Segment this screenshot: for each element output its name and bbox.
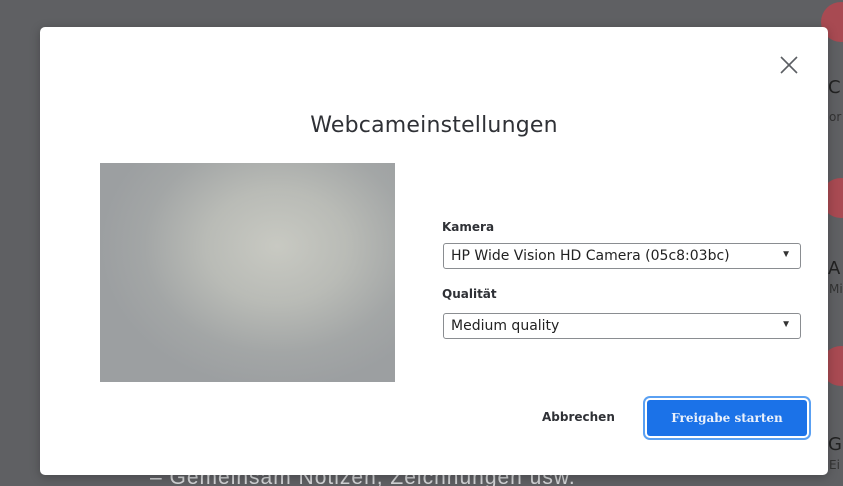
camera-select[interactable]: HP Wide Vision HD Camera (05c8:03bc) ▼ bbox=[443, 243, 801, 269]
camera-select-value: HP Wide Vision HD Camera (05c8:03bc) bbox=[451, 248, 730, 264]
background-side-text: A bbox=[828, 258, 841, 279]
camera-label: Kamera bbox=[442, 220, 495, 234]
chevron-down-icon: ▼ bbox=[781, 319, 791, 330]
start-sharing-button[interactable]: Freigabe starten bbox=[647, 400, 807, 436]
background-side-text: C bbox=[828, 77, 841, 98]
chevron-down-icon: ▼ bbox=[781, 249, 791, 260]
background-side-text: Ei bbox=[829, 458, 840, 472]
webcam-settings-dialog: Webcameinstellungen Kamera HP Wide Visio… bbox=[40, 27, 828, 475]
close-button[interactable] bbox=[777, 53, 801, 77]
background-side-text: G bbox=[828, 434, 842, 455]
quality-select[interactable]: Medium quality ▼ bbox=[443, 313, 801, 339]
dialog-title: Webcameinstellungen bbox=[310, 113, 558, 138]
background-side-text: Mik bbox=[829, 282, 843, 296]
close-icon bbox=[780, 56, 798, 74]
cancel-button[interactable]: Abbrechen bbox=[536, 402, 621, 432]
webcam-preview bbox=[100, 163, 395, 382]
quality-select-value: Medium quality bbox=[451, 318, 560, 334]
quality-label: Qualität bbox=[442, 287, 497, 301]
app-background: C or A Mik G Ei – Gemeinsam Notizen, Zei… bbox=[0, 0, 843, 486]
